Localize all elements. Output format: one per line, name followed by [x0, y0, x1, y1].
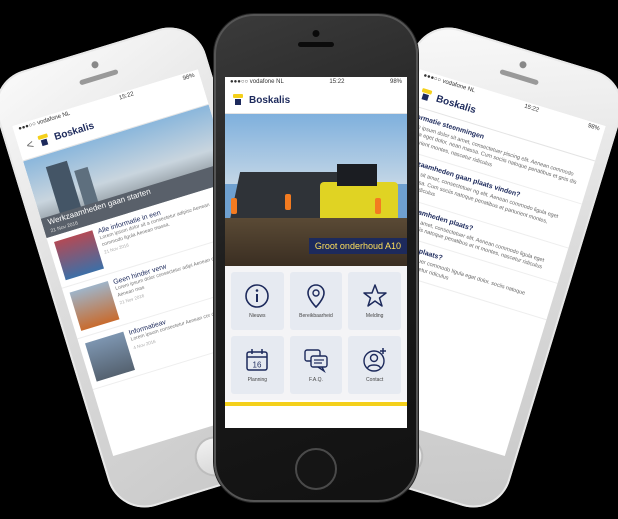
calendar-day: 16: [253, 361, 262, 370]
boskalis-logo-icon: [419, 87, 433, 102]
earpiece-speaker: [298, 42, 334, 47]
carrier-label: ●●●○○ vodafone NL: [230, 79, 284, 85]
time-label: 15:22: [329, 79, 345, 85]
brand-name: Boskalis: [249, 94, 291, 106]
tile-melding[interactable]: Melding: [348, 272, 401, 330]
info-icon: [245, 284, 270, 308]
app-header: Boskalis: [225, 87, 407, 114]
boskalis-logo-icon: [233, 94, 243, 106]
front-camera: [90, 60, 100, 70]
tile-faq[interactable]: F.A.Q.: [289, 336, 343, 394]
location-pin-icon: [307, 284, 325, 309]
project-title: Groot onderhoud A10: [308, 238, 407, 254]
project-hero-image: Groot onderhoud A10: [225, 114, 407, 266]
add-contact-icon: [362, 348, 386, 372]
status-bar: ●●●○○ vodafone NL 15:22 98%: [225, 77, 407, 87]
earpiece-speaker: [499, 68, 540, 86]
center-screen: ●●●○○ vodafone NL 15:22 98% Boskalis Gro…: [225, 77, 407, 428]
brand-accent-bar: [225, 402, 407, 406]
back-icon[interactable]: <: [25, 137, 36, 152]
center-phone: ●●●○○ vodafone NL 15:22 98% Boskalis Gro…: [214, 14, 418, 502]
tile-contact[interactable]: Contact: [348, 336, 401, 394]
brand-name: Boskalis: [434, 93, 478, 116]
tile-label: Contact: [366, 377, 384, 383]
article-thumbnail: [85, 331, 135, 382]
tile-label: Bereikbaarheid: [299, 313, 333, 319]
star-icon: [362, 284, 387, 307]
home-button[interactable]: [295, 448, 337, 490]
tile-nieuws[interactable]: Nieuws: [231, 272, 284, 330]
tile-planning[interactable]: 16 Planning: [231, 336, 284, 394]
article-thumbnail: [69, 280, 120, 331]
tile-bereikbaarheid[interactable]: Bereikbaarheid: [289, 272, 343, 330]
brand-name: Boskalis: [52, 120, 96, 143]
tile-label: Planning: [247, 377, 268, 383]
showcase-stage: ●●●○○ vodafone NL 15:22 98% < Boskalis W…: [0, 0, 618, 519]
tile-label: F.A.Q.: [309, 377, 323, 383]
battery-label: 98%: [389, 79, 402, 85]
chat-bubbles-icon: [304, 349, 328, 373]
menu-grid: Nieuws Bereikbaarheid Melding 16 Plannin…: [225, 266, 407, 400]
front-camera: [518, 60, 528, 70]
boskalis-logo-icon: [37, 133, 50, 147]
tile-label: Melding: [365, 313, 384, 319]
calendar-icon: 16: [246, 349, 269, 371]
front-camera: [312, 30, 320, 37]
tile-label: Nieuws: [249, 313, 266, 319]
article-thumbnail: [54, 230, 104, 281]
earpiece-speaker: [78, 68, 119, 86]
